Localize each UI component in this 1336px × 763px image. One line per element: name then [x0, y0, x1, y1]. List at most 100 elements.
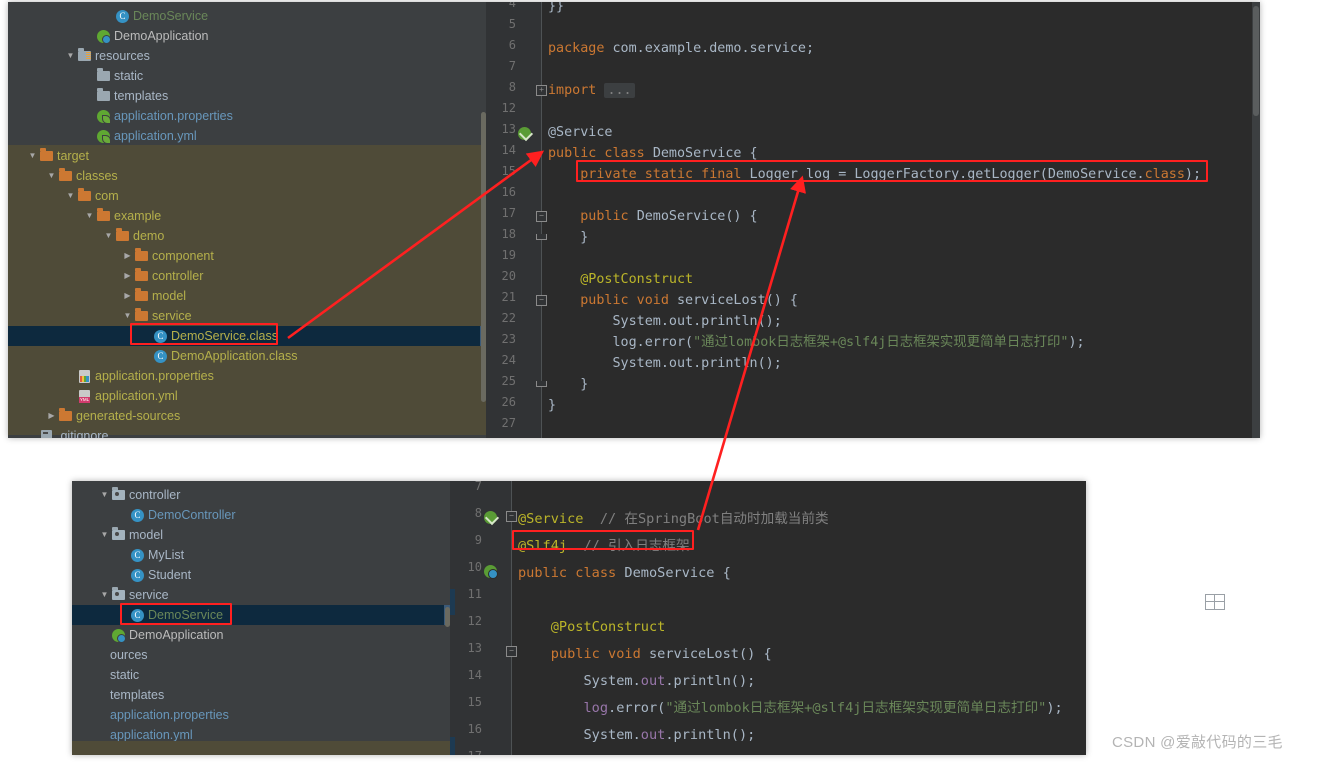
tree-item-service[interactable]: service [8, 306, 486, 326]
tree-item-demoservice-class[interactable]: C DemoService.class [8, 326, 486, 346]
tree-item-resources[interactable]: resources [8, 46, 486, 66]
code-line[interactable]: @Service // 在SpringBoot自动时加载当前类 [518, 506, 829, 533]
folder-orange-icon [135, 268, 148, 281]
code-line[interactable]: } [548, 374, 588, 395]
tree-item-demoapplication[interactable]: DemoApplication [72, 625, 450, 645]
tree-item-service[interactable]: service [72, 585, 450, 605]
fold-collapse-icon[interactable]: − [536, 295, 547, 306]
code-line[interactable]: System.out.println(); [548, 311, 781, 332]
tree-expand-arrow[interactable] [99, 485, 110, 505]
tree-item-demoservice[interactable]: C DemoService [72, 605, 450, 625]
tree-item-application-yml[interactable]: application.yml [8, 126, 486, 146]
tree-item-label: model [152, 289, 187, 303]
code-line[interactable]: public class DemoService { [548, 143, 758, 164]
code-line[interactable]: log.error("通过lombok日志框架+@slf4j日志框架实现更简单日… [518, 695, 1062, 722]
fold-collapse-icon[interactable]: − [506, 511, 517, 522]
tree-expand-arrow[interactable] [46, 406, 57, 426]
code-line[interactable]: package com.example.demo.service; [548, 38, 814, 59]
fold-expand-icon[interactable]: + [536, 85, 547, 96]
line-number: 8 [474, 506, 482, 520]
code-line[interactable]: System.out.println(); [518, 668, 755, 695]
tree-item-application-properties[interactable]: application.properties [8, 366, 486, 386]
tree-expand-arrow[interactable] [122, 306, 133, 326]
top-project-tree[interactable]: C DemoService DemoApplication resources stat… [8, 2, 486, 438]
tree-item-demoapplication-class[interactable]: C DemoApplication.class [8, 346, 486, 366]
tree-item-templates[interactable]: templates [72, 685, 450, 705]
code-token: public class [518, 565, 625, 581]
tree-item-generated-sources[interactable]: generated-sources [8, 406, 486, 426]
code-line[interactable]: System.out.println(); [518, 722, 755, 749]
tree-item-demoservice[interactable]: C DemoService [8, 6, 486, 26]
tree-item-application-yml[interactable]: application.yml [8, 386, 486, 406]
fold-end-icon[interactable] [536, 381, 547, 387]
line-number: 17 [468, 749, 482, 755]
code-line[interactable]: public class DemoService { [518, 560, 731, 587]
tree-expand-arrow[interactable] [99, 525, 110, 545]
code-token: DemoService [1047, 167, 1137, 182]
tree-item-ources[interactable]: ources [72, 645, 450, 665]
tree-item-label: DemoService.class [171, 329, 278, 343]
tree-item-com[interactable]: com [8, 186, 486, 206]
code-line[interactable]: public void serviceLost() { [548, 290, 798, 311]
tree-item-model[interactable]: model [72, 525, 450, 545]
tree-item-controller[interactable]: controller [8, 266, 486, 286]
tree-item-classes[interactable]: classes [8, 166, 486, 186]
tree-item-application-properties[interactable]: application.properties [8, 106, 486, 126]
tree-item-student[interactable]: C Student [72, 565, 450, 585]
fold-end-icon[interactable] [536, 234, 547, 240]
tree-item-application-properties[interactable]: application.properties [72, 705, 450, 725]
code-line[interactable]: log.error("通过lombok日志框架+@slf4j日志框架实现更简单日… [548, 332, 1084, 353]
tree-item-static[interactable]: static [8, 66, 486, 86]
tree-expand-arrow[interactable] [103, 226, 114, 246]
tree-item-example[interactable]: example [8, 206, 486, 226]
tree-item-label: application.properties [110, 708, 229, 722]
bottom-project-tree[interactable]: controller C DemoController model C MyList C St… [72, 481, 450, 755]
tree-expand-arrow[interactable] [84, 206, 95, 226]
code-line[interactable]: } [548, 227, 588, 248]
code-line[interactable]: @PostConstruct [548, 269, 693, 290]
tree-expand-arrow[interactable] [122, 266, 133, 286]
top-editor-scrollbar[interactable] [1252, 2, 1260, 438]
tree-expand-arrow[interactable] [99, 585, 110, 605]
code-line[interactable]: private static final Logger log = Logger… [548, 164, 1201, 185]
tree-item-model[interactable]: model [8, 286, 486, 306]
top-code-editor[interactable]: 4 5 6 7 8 12 13 14 15 16 17 18 19 20 21 22 23 24 25 26 27 }}… [486, 2, 1260, 438]
tree-item-label: MyList [148, 548, 185, 562]
tree-item-component[interactable]: component [8, 246, 486, 266]
bean-icon[interactable] [518, 125, 532, 140]
tree-item-templates[interactable]: templates [8, 86, 486, 106]
code-line[interactable]: System.out.println(); [548, 353, 781, 374]
fold-collapse-icon[interactable]: − [506, 646, 517, 657]
code-line[interactable]: import ... [548, 80, 635, 101]
code-line[interactable]: @Slf4j // 引入日志框架 [518, 533, 690, 560]
tree-item-democontroller[interactable]: C DemoController [72, 505, 450, 525]
code-line[interactable]: @PostConstruct [518, 614, 666, 641]
tree-item-static[interactable]: static [72, 665, 450, 685]
tree-item-target[interactable]: target [8, 146, 486, 166]
tree-expand-arrow[interactable] [46, 166, 57, 186]
code-line[interactable]: @Service [548, 122, 613, 143]
bottom-code-editor[interactable]: 78910111213141516171819 @Service // 在Spr… [450, 481, 1086, 755]
tree-expand-arrow[interactable] [122, 246, 133, 266]
tree-expand-arrow[interactable] [122, 286, 133, 306]
code-line[interactable]: } [548, 395, 556, 416]
package-folder-icon [112, 587, 125, 600]
tree-item-gitignore[interactable]: .gitignore [8, 426, 486, 438]
tree-expand-arrow[interactable] [27, 146, 38, 166]
bottom-code-area[interactable]: @Service // 在SpringBoot自动时加载当前类 @Slf4j //… [512, 481, 1086, 755]
bean-icon[interactable] [484, 509, 498, 524]
code-line[interactable]: public void serviceLost() { [518, 641, 772, 668]
tree-item-controller[interactable]: controller [72, 485, 450, 505]
fold-collapse-icon[interactable]: − [536, 211, 547, 222]
tree-item-demoapplication[interactable]: DemoApplication [8, 26, 486, 46]
tree-item-demo[interactable]: demo [8, 226, 486, 246]
line-number: 19 [501, 248, 516, 262]
tree-expand-arrow[interactable] [65, 46, 76, 66]
tree-item-mylist[interactable]: C MyList [72, 545, 450, 565]
bean-blue-icon[interactable] [484, 563, 498, 579]
code-line[interactable]: } [518, 749, 559, 755]
tree-expand-arrow[interactable] [65, 186, 76, 206]
top-code-area[interactable]: }} package com.example.demo.service; impor… [542, 2, 1260, 438]
code-line[interactable]: public DemoService() { [548, 206, 757, 227]
code-line[interactable]: }} [548, 2, 564, 17]
